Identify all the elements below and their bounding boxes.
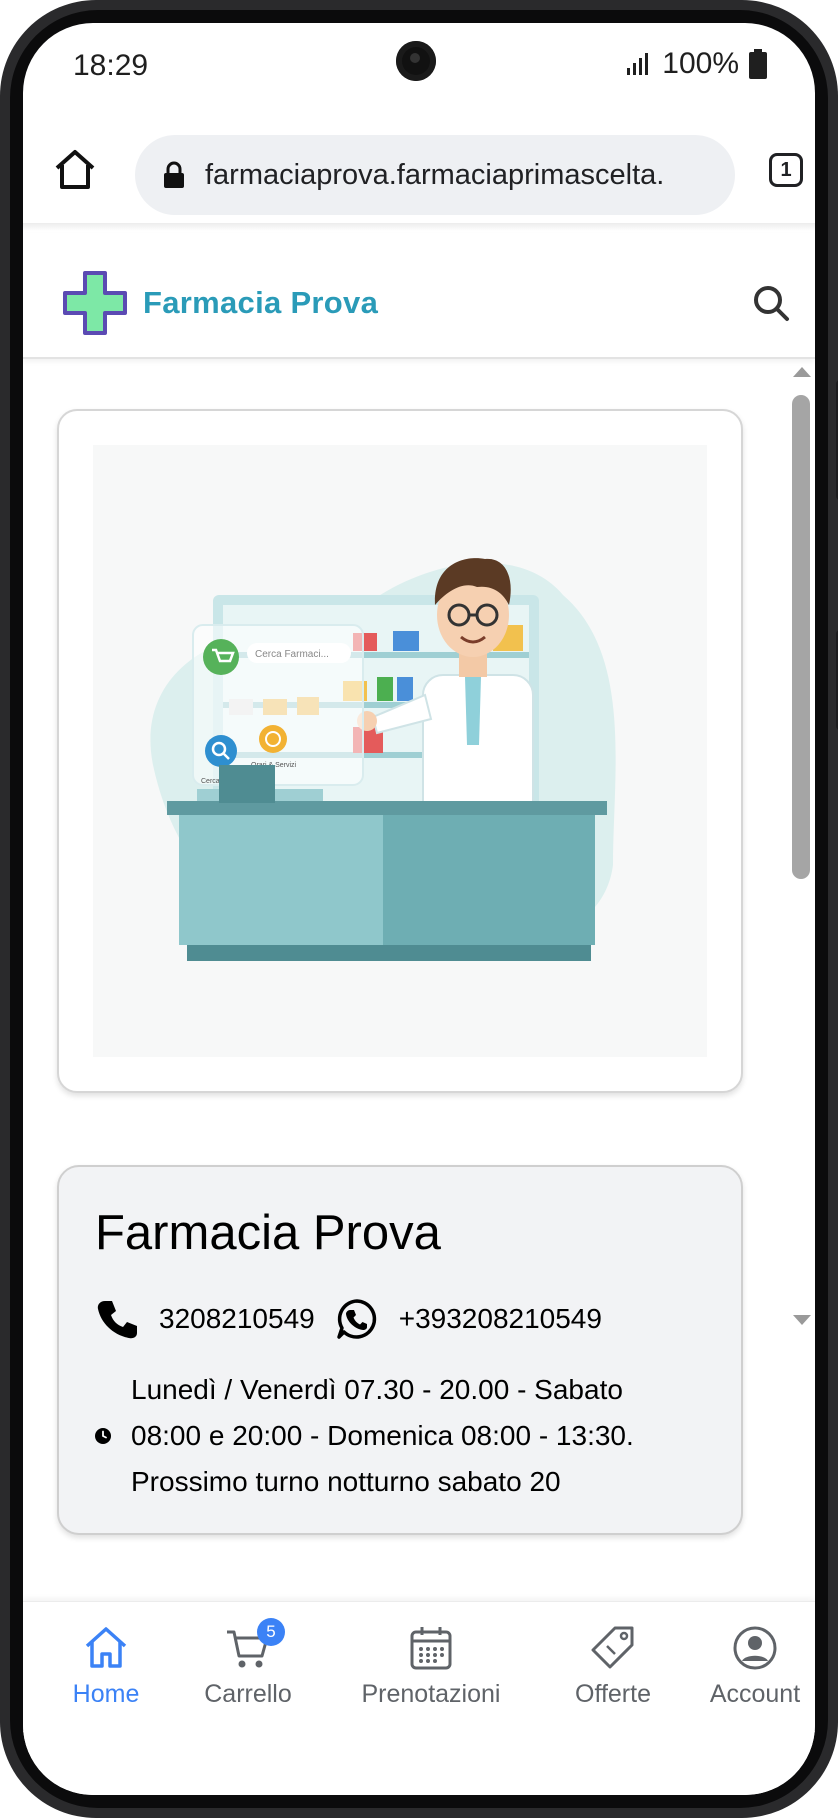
- illustration-search-text: Cerca Farmaci...: [255, 649, 329, 660]
- site-logo[interactable]: Farmacia Prova: [61, 269, 378, 337]
- hours-line-2: 08:00 e 20:00 - Domenica 08:00 - 13:30.: [131, 1420, 634, 1451]
- home-nav-icon: [85, 1627, 127, 1668]
- hours-line-3: Prossimo turno notturno sabato 20: [131, 1466, 561, 1497]
- page-scrollbar[interactable]: [786, 359, 812, 1601]
- hero-carousel[interactable]: Cerca Farmaci... Cerca Farmaci Orari & S…: [57, 409, 743, 1093]
- home-icon[interactable]: [53, 147, 97, 191]
- pharmacist-illustration: Cerca Farmaci... Cerca Farmaci Orari & S…: [93, 445, 707, 1057]
- bottom-navigation: Home 5 Carrello Prenotazioni Offerte Acc…: [23, 1601, 815, 1732]
- scroll-up-arrow-icon[interactable]: [793, 367, 811, 377]
- url-text: farmaciaprova.farmaciaprimascelta.: [205, 158, 665, 191]
- cart-badge: 5: [257, 1618, 285, 1646]
- whatsapp-icon[interactable]: [335, 1297, 379, 1341]
- nav-offers[interactable]: Offerte: [553, 1624, 673, 1724]
- signal-icon: [627, 53, 649, 75]
- nav-home-label: Home: [72, 1680, 140, 1708]
- hours-line-1: Lunedì / Venerdì 07.30 - 20.00 - Sabato: [131, 1374, 623, 1405]
- status-time: 18:29: [73, 49, 149, 82]
- address-bar[interactable]: farmaciaprova.farmaciaprimascelta.: [135, 135, 735, 215]
- tag-icon: [591, 1626, 634, 1669]
- nav-cart[interactable]: 5 Carrello: [183, 1618, 313, 1724]
- front-camera: [396, 41, 436, 81]
- scroll-down-arrow-icon[interactable]: [793, 1315, 811, 1325]
- brand-name: Farmacia Prova: [143, 285, 379, 320]
- phone-frame: 18:29 100% farmaciaprova.farmaciaprimasc…: [0, 0, 838, 1818]
- nav-cart-label: Carrello: [204, 1680, 292, 1708]
- whatsapp-number[interactable]: +393208210549: [399, 1303, 602, 1335]
- toolbar-shadow: [23, 223, 815, 231]
- nav-bookings[interactable]: Prenotazioni: [331, 1624, 531, 1724]
- search-icon[interactable]: [751, 283, 791, 323]
- clock-icon: [95, 1428, 111, 1444]
- scroll-thumb[interactable]: [792, 395, 810, 879]
- browser-toolbar: farmaciaprova.farmaciaprimascelta. 1: [23, 113, 815, 223]
- lock-icon: [164, 161, 184, 188]
- battery-icon: [749, 49, 767, 79]
- pharmacy-info-card: Farmacia Prova 3208210549 +393208210549: [57, 1165, 743, 1535]
- phone-number[interactable]: 3208210549: [159, 1303, 315, 1335]
- account-icon: [733, 1626, 777, 1670]
- status-icons: 100%: [626, 47, 767, 81]
- system-gesture-area: [23, 1731, 815, 1795]
- opening-hours: Lunedì / Venerdì 07.30 - 20.00 - Sabato …: [95, 1367, 715, 1505]
- pharmacy-name: Farmacia Prova: [95, 1206, 441, 1260]
- page-content[interactable]: Cerca Farmaci... Cerca Farmaci Orari & S…: [23, 359, 783, 1601]
- nav-offers-label: Offerte: [575, 1680, 651, 1708]
- phone-icon[interactable]: [95, 1297, 139, 1341]
- tab-switcher-button[interactable]: 1: [769, 153, 803, 187]
- nav-account[interactable]: Account: [695, 1624, 815, 1724]
- nav-bookings-label: Prenotazioni: [361, 1680, 501, 1708]
- pharmacy-illustration-svg: Cerca Farmaci... Cerca Farmaci Orari & S…: [150, 558, 616, 961]
- screen: 18:29 100% farmaciaprova.farmaciaprimasc…: [23, 23, 815, 1795]
- hours-text: Lunedì / Venerdì 07.30 - 20.00 - Sabato …: [131, 1367, 634, 1505]
- battery-percent: 100%: [662, 47, 739, 80]
- nav-home[interactable]: Home: [51, 1624, 161, 1724]
- contact-row: 3208210549 +393208210549: [95, 1297, 602, 1341]
- status-bar: 18:29 100%: [23, 23, 815, 101]
- pharmacy-cross-icon: [63, 271, 127, 335]
- nav-account-label: Account: [709, 1680, 801, 1708]
- site-header: Farmacia Prova: [23, 233, 815, 359]
- calendar-nav-icon: [410, 1627, 452, 1670]
